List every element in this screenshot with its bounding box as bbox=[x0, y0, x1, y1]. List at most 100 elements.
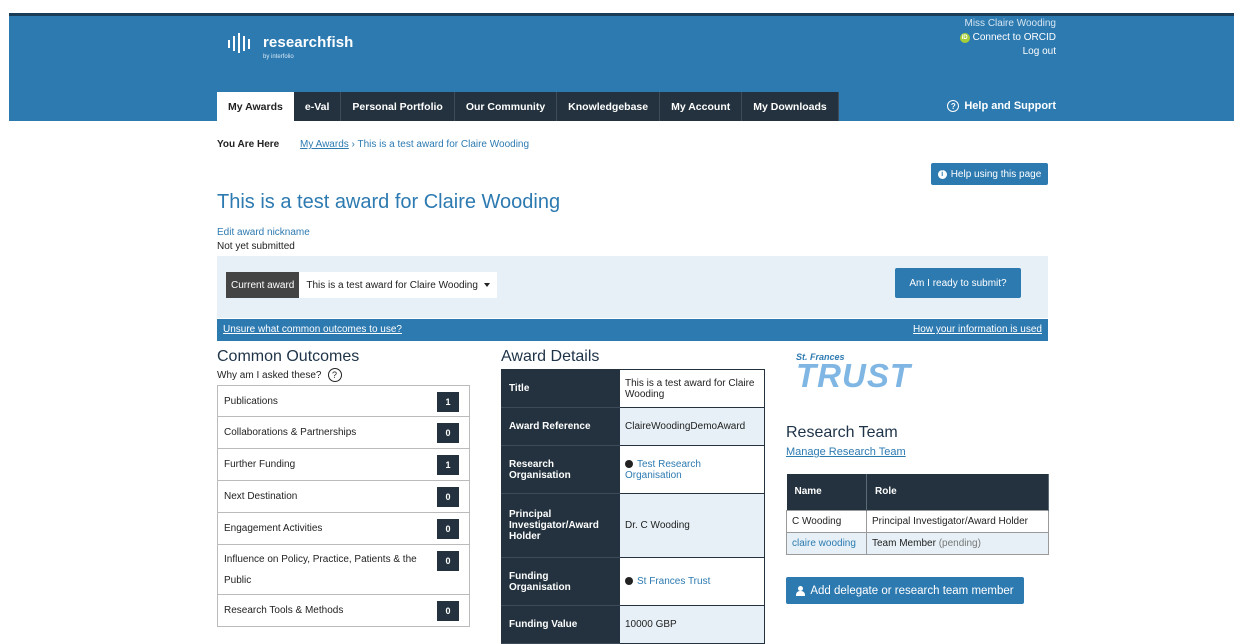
award-detail-value: 10000 GBP bbox=[619, 605, 765, 644]
breadcrumb-label: You Are Here bbox=[217, 139, 280, 150]
help-and-support-label: Help and Support bbox=[964, 100, 1056, 112]
outcome-count-badge: 0 bbox=[437, 423, 459, 443]
award-detail-key: Funding Organisation bbox=[501, 557, 620, 606]
current-award-label: Current award bbox=[226, 272, 300, 298]
globe-icon bbox=[625, 459, 633, 468]
edit-nickname-link[interactable]: Edit award nickname bbox=[217, 227, 310, 238]
outcome-influence-policy[interactable]: Influence on Policy, Practice, Patients … bbox=[217, 545, 470, 595]
team-member-link[interactable]: claire wooding bbox=[792, 538, 856, 549]
connect-orcid-link[interactable]: iD Connect to ORCID bbox=[959, 31, 1056, 45]
breadcrumb-my-awards-link[interactable]: My Awards bbox=[300, 139, 349, 150]
funder-logo: St. Frances TRUST bbox=[796, 352, 911, 394]
award-details-table: Title This is a test award for Claire Wo… bbox=[501, 369, 765, 644]
logo-name: researchfish bbox=[263, 34, 354, 51]
user-name: Miss Claire Wooding bbox=[964, 18, 1056, 29]
award-detail-value: Dr. C Wooding bbox=[619, 493, 765, 558]
team-member-role: Principal Investigator/Award Holder bbox=[866, 509, 1049, 533]
add-delegate-button[interactable]: Add delegate or research team member bbox=[786, 577, 1024, 604]
outcomes-list: Publications 1 Collaborations & Partners… bbox=[217, 385, 470, 627]
logo-bars-icon bbox=[228, 33, 250, 53]
team-member-name-cell: claire wooding bbox=[786, 531, 867, 555]
tab-knowledgebase[interactable]: Knowledgebase bbox=[557, 92, 661, 121]
help-using-page-button[interactable]: i Help using this page bbox=[931, 163, 1048, 185]
research-organisation-label: Test Research Organisation bbox=[625, 458, 701, 481]
outcome-count-badge: 0 bbox=[437, 487, 459, 507]
manage-research-team-link[interactable]: Manage Research Team bbox=[786, 446, 906, 458]
help-and-support-link[interactable]: ? Help and Support bbox=[947, 100, 1056, 112]
outcome-collaborations[interactable]: Collaborations & Partnerships 0 bbox=[217, 417, 470, 449]
outcome-next-destination[interactable]: Next Destination 0 bbox=[217, 481, 470, 513]
funder-logo-big: TRUST bbox=[796, 357, 911, 394]
award-detail-value: ClaireWoodingDemoAward bbox=[619, 407, 765, 446]
outcome-count-badge: 0 bbox=[437, 519, 459, 539]
outcome-label: Collaborations & Partnerships bbox=[224, 427, 357, 438]
outcome-count-badge: 1 bbox=[437, 392, 459, 412]
breadcrumb-current: This is a test award for Claire Wooding bbox=[357, 139, 530, 150]
outcome-count-badge: 0 bbox=[437, 601, 459, 621]
why-asked-label: Why am I asked these? bbox=[217, 369, 322, 381]
table-row: C Wooding Principal Investigator/Award H… bbox=[786, 509, 1049, 533]
current-award-value: This is a test award for Claire Wooding bbox=[306, 279, 478, 291]
research-organisation-link[interactable]: Test Research Organisation bbox=[625, 459, 701, 481]
research-team-table: Name Role C Wooding Principal Investigat… bbox=[786, 474, 1049, 555]
info-circle-icon: i bbox=[937, 169, 947, 179]
breadcrumb: You Are Here My Awards › This is a test … bbox=[217, 139, 529, 150]
current-award-dropdown[interactable]: This is a test award for Claire Wooding bbox=[299, 272, 497, 298]
main-nav: My Awards e-Val Personal Portfolio Our C… bbox=[217, 92, 839, 121]
funding-organisation-label: St Frances Trust bbox=[637, 576, 711, 587]
team-member-name: C Wooding bbox=[786, 509, 867, 533]
award-detail-row: Funding Value 10000 GBP bbox=[501, 605, 765, 644]
tab-our-community[interactable]: Our Community bbox=[454, 92, 558, 121]
outcome-count-badge: 0 bbox=[437, 551, 459, 571]
award-detail-key: Funding Value bbox=[501, 605, 620, 644]
pending-status: (pending) bbox=[938, 537, 981, 549]
add-delegate-label: Add delegate or research team member bbox=[810, 584, 1014, 597]
current-award-selector[interactable]: Current award This is a test award for C… bbox=[226, 272, 497, 298]
help-using-page-label: Help using this page bbox=[950, 168, 1042, 180]
globe-icon bbox=[625, 577, 633, 585]
research-team-title: Research Team bbox=[786, 424, 898, 441]
tab-my-account[interactable]: My Account bbox=[660, 92, 743, 121]
column-header-name: Name bbox=[786, 474, 867, 510]
outcome-label: Further Funding bbox=[224, 459, 296, 470]
award-detail-row: Title This is a test award for Claire Wo… bbox=[501, 369, 765, 408]
logout-link[interactable]: Log out bbox=[960, 45, 1056, 59]
page-title: This is a test award for Claire Wooding bbox=[217, 191, 561, 213]
outcome-label: Engagement Activities bbox=[224, 523, 323, 534]
outcome-label: Next Destination bbox=[224, 491, 298, 502]
user-icon bbox=[796, 585, 806, 596]
outcome-further-funding[interactable]: Further Funding 1 bbox=[217, 449, 470, 481]
logo-sub: by interfolio bbox=[263, 54, 294, 60]
unsure-outcomes-link[interactable]: Unsure what common outcomes to use? bbox=[223, 324, 402, 335]
connect-orcid-label: Connect to ORCID bbox=[972, 32, 1056, 43]
column-header-role: Role bbox=[866, 474, 1049, 510]
common-outcomes-title: Common Outcomes bbox=[217, 348, 360, 365]
header-top-rule bbox=[9, 13, 1234, 16]
how-info-used-link[interactable]: How your information is used bbox=[913, 324, 1042, 335]
user-menu: Miss Claire Wooding iD Connect to ORCID … bbox=[959, 17, 1056, 59]
team-member-role: Team Member bbox=[872, 537, 936, 549]
orcid-icon: iD bbox=[959, 33, 970, 43]
outcome-label: Influence on Policy, Practice, Patients … bbox=[224, 553, 417, 586]
why-asked[interactable]: Why am I asked these? ? bbox=[217, 368, 342, 382]
tab-personal-portfolio[interactable]: Personal Portfolio bbox=[341, 92, 455, 121]
funding-organisation-link[interactable]: St Frances Trust bbox=[625, 576, 710, 587]
outcome-publications[interactable]: Publications 1 bbox=[217, 385, 470, 417]
outcome-research-tools[interactable]: Research Tools & Methods 0 bbox=[217, 595, 470, 627]
question-circle-icon[interactable]: ? bbox=[327, 368, 342, 382]
question-circle-icon: ? bbox=[947, 100, 960, 112]
tab-my-downloads[interactable]: My Downloads bbox=[742, 92, 839, 121]
award-detail-row: Research Organisation Test Research Orga… bbox=[501, 445, 765, 494]
award-detail-row: Principal Investigator/Award Holder Dr. … bbox=[501, 493, 765, 558]
ready-to-submit-button[interactable]: Am I ready to submit? bbox=[895, 268, 1021, 298]
caret-down-icon bbox=[483, 283, 490, 287]
tab-e-val[interactable]: e-Val bbox=[293, 92, 342, 121]
info-bar: Unsure what common outcomes to use? How … bbox=[217, 319, 1048, 341]
outcome-engagement-activities[interactable]: Engagement Activities 0 bbox=[217, 513, 470, 545]
award-detail-row: Funding Organisation St Frances Trust bbox=[501, 557, 765, 606]
award-detail-key: Research Organisation bbox=[501, 445, 620, 494]
award-detail-value: St Frances Trust bbox=[619, 557, 765, 606]
outcome-count-badge: 1 bbox=[437, 455, 459, 475]
tab-my-awards[interactable]: My Awards bbox=[217, 92, 294, 121]
outcome-label: Research Tools & Methods bbox=[224, 605, 344, 616]
